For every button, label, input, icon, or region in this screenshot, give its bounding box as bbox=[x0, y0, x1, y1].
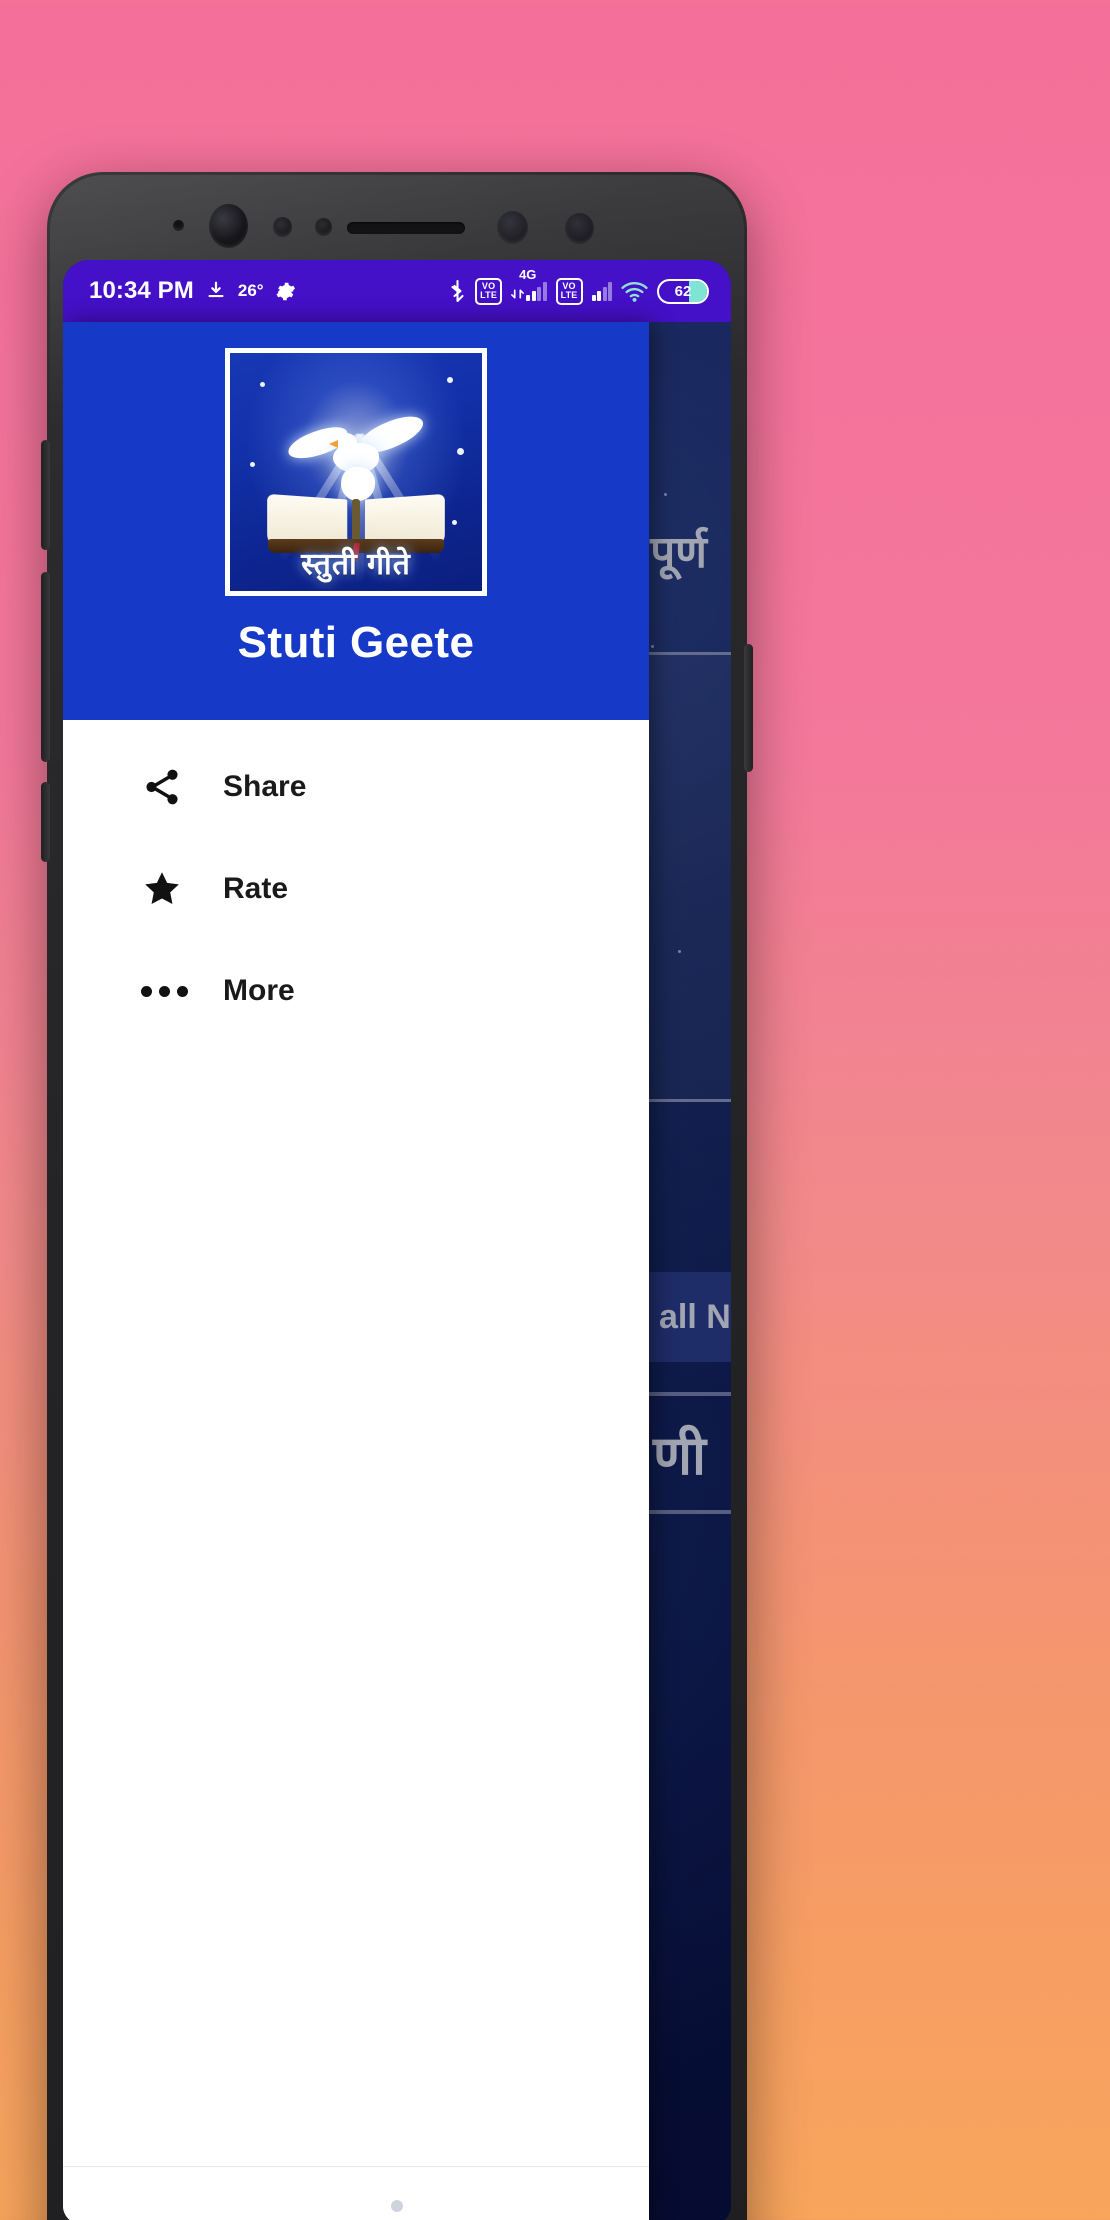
battery-level: 62 bbox=[674, 282, 692, 300]
download-icon bbox=[208, 281, 224, 298]
ir-sensor-icon bbox=[497, 211, 528, 244]
drawer-header: स्तुती गीते Stuti Geete bbox=[63, 322, 649, 720]
front-camera-icon bbox=[209, 204, 248, 248]
status-bar: 10:34 PM 26° VO LTE 4G VO LTE 62 bbox=[63, 260, 731, 322]
drawer-menu: Share Rate More bbox=[63, 720, 649, 2166]
navigation-drawer: स्तुती गीते Stuti Geete Share Rate More bbox=[63, 322, 649, 2220]
share-icon bbox=[141, 766, 203, 808]
battery-fill bbox=[688, 280, 707, 302]
star-icon bbox=[141, 868, 203, 910]
status-bar-left: 10:34 PM 26° bbox=[89, 277, 296, 305]
drawer-footer bbox=[63, 2166, 649, 2220]
app-logo-caption: स्तुती गीते bbox=[301, 548, 411, 581]
drawer-item-rate[interactable]: Rate bbox=[63, 838, 649, 940]
wifi-icon bbox=[621, 281, 648, 302]
microphone-hole-icon bbox=[173, 220, 184, 231]
volume-button-up[interactable] bbox=[41, 440, 50, 550]
status-clock: 10:34 PM bbox=[89, 277, 194, 304]
side-button-extra[interactable] bbox=[41, 782, 50, 862]
proximity-sensor-icon bbox=[273, 217, 292, 237]
drawer-item-label-rate: Rate bbox=[223, 872, 289, 905]
volume-button-down[interactable] bbox=[41, 572, 50, 762]
data-transfer-icon bbox=[511, 288, 524, 299]
earpiece-speaker-icon bbox=[347, 222, 465, 234]
navigation-handle[interactable] bbox=[391, 2200, 403, 2212]
bluetooth-icon bbox=[451, 279, 464, 303]
battery-indicator: 62 bbox=[657, 278, 709, 304]
network-type-label: 4G bbox=[519, 266, 537, 282]
drawer-item-label-share: Share bbox=[223, 770, 307, 803]
drawer-item-more[interactable]: More bbox=[63, 940, 649, 1042]
signal-bars-sim2 bbox=[591, 281, 612, 301]
power-button[interactable] bbox=[744, 644, 753, 772]
more-horizontal-icon bbox=[141, 985, 203, 997]
device-top-bezel bbox=[47, 172, 747, 268]
secondary-camera-icon bbox=[565, 213, 594, 244]
volte-badge-sim2: VO LTE bbox=[555, 277, 583, 305]
drawer-item-label-more: More bbox=[223, 974, 295, 1007]
drawer-item-share[interactable]: Share bbox=[63, 736, 649, 838]
signal-sim1: 4G bbox=[511, 267, 547, 301]
phone-screen: 10:34 PM 26° VO LTE 4G VO LTE 62 पूर्ण a… bbox=[63, 260, 731, 2220]
app-title: Stuti Geete bbox=[237, 618, 475, 667]
status-bar-right: VO LTE 4G VO LTE 62 bbox=[449, 267, 709, 305]
signal-bars-sim1 bbox=[526, 281, 547, 301]
gear-icon[interactable] bbox=[275, 281, 296, 302]
volte-badge-sim1: VO LTE bbox=[475, 277, 503, 305]
light-sensor-icon bbox=[315, 218, 332, 236]
app-body: पूर्ण all Now णी bbox=[63, 322, 731, 2220]
app-logo: स्तुती गीते bbox=[225, 348, 487, 596]
phone-device: 10:34 PM 26° VO LTE 4G VO LTE 62 पूर्ण a… bbox=[41, 172, 753, 2220]
status-temperature: 26° bbox=[237, 281, 264, 300]
